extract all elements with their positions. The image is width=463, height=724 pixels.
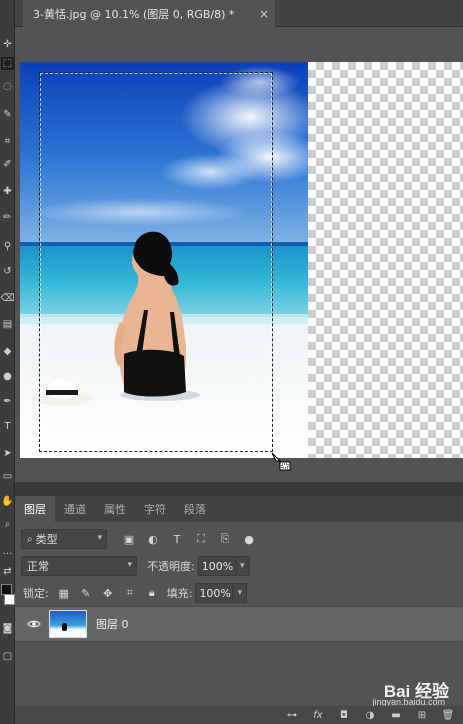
lock-position-icon[interactable]: ✥: [101, 586, 115, 600]
link-layers-icon[interactable]: ⊶: [285, 709, 299, 721]
eye-visibility-icon[interactable]: [24, 619, 44, 629]
lock-artboard-icon[interactable]: ⌗: [123, 586, 137, 600]
opacity-input[interactable]: 100%: [197, 556, 236, 576]
document-tab[interactable]: 3-黄恬.jpg @ 10.1% (图层 0, RGB/8) * ×: [23, 0, 275, 27]
path-select-tool-icon[interactable]: ➤: [1, 447, 14, 460]
crop-tool-icon[interactable]: ⌗: [1, 135, 14, 148]
healing-brush-tool-icon[interactable]: ✚: [1, 185, 14, 198]
layer-thumbnail[interactable]: [49, 610, 87, 638]
baidu-jingyan-watermark: Bai 经验 jingyan.baidu.com: [372, 677, 449, 707]
history-brush-tool-icon[interactable]: ↺: [1, 265, 14, 278]
thumbnail-figure: [62, 623, 67, 631]
quick-select-tool-icon[interactable]: ✎: [1, 108, 14, 121]
shape-layer-filter-icon[interactable]: ⛶: [193, 531, 209, 547]
layer-filter-select[interactable]: ⌕ 类型 ▾: [21, 529, 107, 549]
tools-panel: ✛ ⬚ ◌ ✎ ⌗ ✐ ✚ ✏ ⚲ ↺ ⌫ ▤ ◆ ● ✒ T ➤ ▭ ✋ ⌕ …: [0, 0, 15, 724]
eyedropper-tool-icon[interactable]: ✐: [1, 158, 14, 171]
blend-mode-value: 正常: [27, 560, 49, 573]
lock-label: 锁定:: [23, 587, 49, 600]
opacity-dropdown-icon[interactable]: ▾: [235, 556, 250, 576]
pixel-layer-filter-icon[interactable]: ▣: [121, 531, 137, 547]
filter-toggle-icon[interactable]: ●: [241, 531, 257, 547]
blend-mode-select[interactable]: 正常 ▾: [21, 556, 137, 576]
chevron-down-icon: ▾: [127, 560, 132, 570]
layer-filter-row: ⌕ 类型 ▾ ▣ ◐ T ⛶ ⎘ ●: [15, 529, 463, 549]
panel-tab-bar: 图层 通道 属性 字符 段落: [15, 496, 463, 522]
add-mask-icon[interactable]: ◘: [337, 709, 351, 721]
lock-fill-row: 锁定: ▦ ✎ ✥ ⌗ 🔒︎ 填充: 100% ▾: [15, 583, 463, 603]
search-icon: ⌕: [27, 533, 33, 545]
type-layer-filter-icon[interactable]: T: [169, 531, 185, 547]
new-layer-icon[interactable]: ⊞: [415, 709, 429, 721]
zoom-tool-icon[interactable]: ⌕: [1, 518, 14, 531]
layer-name[interactable]: 图层 0: [96, 616, 129, 632]
dodge-tool-icon[interactable]: ●: [1, 370, 14, 383]
quick-mask-icon[interactable]: ◙: [1, 622, 14, 635]
document-tab-title: 3-黄恬.jpg @ 10.1% (图层 0, RGB/8) *: [33, 7, 235, 21]
transparent-canvas-region[interactable]: [308, 62, 463, 458]
brush-tool-icon[interactable]: ✏: [1, 211, 14, 224]
photoshop-window: ✛ ⬚ ◌ ✎ ⌗ ✐ ✚ ✏ ⚲ ↺ ⌫ ▤ ◆ ● ✒ T ➤ ▭ ✋ ⌕ …: [0, 0, 463, 724]
layers-panel-footer: ⊶ fx ◘ ◑ ▬ ⊞ 🗑︎: [15, 706, 463, 724]
tab-layers[interactable]: 图层: [15, 496, 55, 522]
adjustment-layer-icon[interactable]: ◑: [363, 709, 377, 721]
canvas-area[interactable]: [15, 27, 463, 482]
blend-opacity-row: 正常 ▾ 不透明度: 100% ▾: [15, 556, 463, 576]
clone-stamp-tool-icon[interactable]: ⚲: [1, 240, 14, 253]
shape-tool-icon[interactable]: ▭: [1, 470, 14, 483]
document-tab-bar: 3-黄恬.jpg @ 10.1% (图层 0, RGB/8) * ×: [15, 0, 463, 27]
chevron-down-icon: ▾: [97, 533, 102, 543]
more-tools-icon[interactable]: …: [1, 545, 14, 558]
close-tab-icon[interactable]: ×: [259, 7, 269, 21]
layer-row[interactable]: 图层 0: [15, 606, 463, 642]
adjustment-layer-filter-icon[interactable]: ◐: [145, 531, 161, 547]
lasso-tool-icon[interactable]: ◌: [1, 80, 14, 93]
delete-layer-icon[interactable]: 🗑︎: [441, 709, 455, 721]
lock-image-pixels-icon[interactable]: ✎: [79, 586, 93, 600]
type-tool-icon[interactable]: T: [1, 420, 14, 433]
fill-label: 填充:: [166, 587, 193, 600]
hand-tool-icon[interactable]: ✋: [1, 495, 14, 508]
opacity-label: 不透明度:: [147, 560, 195, 573]
layer-style-icon[interactable]: fx: [311, 709, 325, 721]
fill-input[interactable]: 100%: [195, 583, 234, 603]
lock-transparent-pixels-icon[interactable]: ▦: [57, 586, 71, 600]
marquee-tool-icon[interactable]: ⬚: [1, 57, 14, 70]
tab-character[interactable]: 字符: [135, 496, 175, 522]
blur-tool-icon[interactable]: ◆: [1, 345, 14, 358]
pen-tool-icon[interactable]: ✒: [1, 395, 14, 408]
layer-filter-value: 类型: [35, 533, 58, 546]
smart-object-filter-icon[interactable]: ⎘: [217, 531, 233, 547]
tab-properties[interactable]: 属性: [95, 496, 135, 522]
tab-channels[interactable]: 通道: [55, 496, 95, 522]
swap-colors-icon[interactable]: ⇄: [1, 565, 14, 578]
marquee-selection[interactable]: [39, 72, 273, 452]
eraser-tool-icon[interactable]: ⌫: [0, 292, 14, 305]
background-color-swatch[interactable]: [4, 594, 15, 605]
lock-all-icon[interactable]: 🔒︎: [145, 586, 159, 600]
gradient-tool-icon[interactable]: ▤: [1, 318, 14, 331]
horizontal-scrollbar[interactable]: [15, 482, 463, 496]
screen-mode-icon[interactable]: ▢: [1, 650, 14, 663]
tab-paragraph[interactable]: 段落: [175, 496, 215, 522]
move-tool-icon[interactable]: ✛: [1, 38, 14, 51]
layers-panel: 图层 通道 属性 字符 段落 ⌕ 类型 ▾ ▣ ◐ T ⛶ ⎘ ● 正常 ▾ 不…: [15, 496, 463, 724]
new-group-icon[interactable]: ▬: [389, 709, 403, 721]
fill-dropdown-icon[interactable]: ▾: [233, 583, 248, 603]
marquee-cursor-icon: [271, 452, 293, 474]
